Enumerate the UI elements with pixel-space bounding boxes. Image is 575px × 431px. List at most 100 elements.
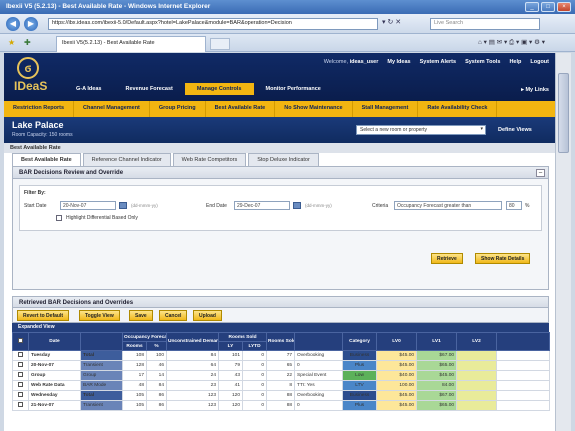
select-all-header[interactable]: [12, 332, 29, 351]
minimize-button[interactable]: _: [525, 2, 539, 12]
row-lv1[interactable]: $45.00: [416, 370, 458, 381]
end-calendar-icon[interactable]: [293, 202, 301, 209]
row-lv2[interactable]: [456, 360, 498, 371]
table-row[interactable]: Web Rate Data BAR Mode 48 84 23 41 0 8 TTI: Yes L…: [12, 380, 551, 391]
top-link-system-tools[interactable]: System Tools: [465, 59, 500, 65]
command-bar-icons[interactable]: ⌂ ▾ ▤ ✉ ▾ ⎙ ▾ ▣ ▾ ⚙ ▾: [478, 38, 545, 47]
subnav-best-available-rate[interactable]: Best Available Rate: [206, 101, 276, 117]
end-date-field[interactable]: 29-Dec-07: [234, 201, 290, 210]
row-checkbox-box[interactable]: [18, 362, 23, 367]
row-checkbox[interactable]: [12, 350, 29, 361]
close-button[interactable]: ×: [557, 2, 571, 12]
row-checkbox[interactable]: [12, 360, 29, 371]
table-row[interactable]: 20-Nov-07 Transient 128 46 64 79 0 65 0 Plus $45.0…: [12, 360, 551, 371]
row-lv1[interactable]: 84.00: [416, 380, 458, 391]
main-nav-monitor-performance[interactable]: Monitor Performance: [254, 83, 333, 95]
row-lytd: 0: [242, 390, 268, 401]
start-date-field[interactable]: 20-Nov-07: [60, 201, 116, 210]
refresh-stop-icons[interactable]: ▾ ↻ ✕: [382, 18, 401, 26]
subnav-no-show[interactable]: No Show Maintenance: [275, 101, 353, 117]
row-checkbox-box[interactable]: [18, 352, 23, 357]
favorites-star-icon[interactable]: ★: [8, 38, 15, 47]
table-row[interactable]: Tuesday Total 108 100 84 101 0 77 Overbooking Bus…: [12, 350, 551, 361]
live-search-input[interactable]: Live Search: [430, 18, 540, 30]
row-lv1[interactable]: $67.00: [416, 350, 458, 361]
row-override[interactable]: 0: [294, 360, 344, 371]
row-checkbox[interactable]: [12, 400, 29, 411]
revert-default-button[interactable]: Revert to Default: [17, 310, 70, 321]
row-lv2[interactable]: [456, 350, 498, 361]
row-checkbox[interactable]: [12, 390, 29, 401]
main-nav-ga-ideas[interactable]: G-A Ideas: [64, 83, 113, 95]
row-lv0[interactable]: 100.00: [376, 380, 418, 391]
upload-button[interactable]: Upload: [193, 310, 222, 321]
table-row[interactable]: Group Group 17 14 24 43 0 22 Special Event Low $40…: [12, 370, 551, 381]
define-views-link[interactable]: Define Views: [498, 127, 532, 133]
cancel-button[interactable]: Cancel: [159, 310, 188, 321]
toggle-view-button[interactable]: Toggle View: [79, 310, 120, 321]
row-lv2[interactable]: [456, 380, 498, 391]
row-lv0[interactable]: $40.00: [376, 370, 418, 381]
page-scrollbar[interactable]: [555, 53, 571, 431]
row-override[interactable]: TTI: Yes: [294, 380, 344, 391]
address-bar[interactable]: https://ibx.ideas.com/ibexii-5.0/Default…: [48, 18, 378, 30]
row-lv1[interactable]: $67.00: [416, 390, 458, 401]
criteria-value-field[interactable]: 80: [506, 201, 522, 210]
top-link-logout[interactable]: Logout: [530, 59, 549, 65]
row-lv0[interactable]: $45.00: [376, 390, 418, 401]
row-lv2[interactable]: [456, 370, 498, 381]
retrieve-button[interactable]: Retrieve: [431, 253, 463, 264]
top-link-my-ideas[interactable]: My Ideas: [387, 59, 410, 65]
row-lv2[interactable]: [456, 400, 498, 411]
browser-tab[interactable]: Ibexii V5(5.2.13) - Best Available Rate: [56, 36, 206, 52]
criteria-select[interactable]: Occupancy Forecast greater than: [394, 201, 502, 210]
subnav-group-pricing[interactable]: Group Pricing: [150, 101, 206, 117]
start-calendar-icon[interactable]: [119, 202, 127, 209]
row-override[interactable]: Overbooking: [294, 350, 344, 361]
hotel-capacity: Room Capacity: 150 rooms: [12, 132, 73, 138]
table-row[interactable]: 21-Nov-07 Transient 105 86 123 120 0 88 0 Plus $45…: [12, 400, 551, 411]
row-lv0[interactable]: $45.00: [376, 350, 418, 361]
row-checkbox-box[interactable]: [18, 402, 23, 407]
main-nav-revenue-forecast[interactable]: Revenue Forecast: [113, 83, 184, 95]
scrollbar-thumb[interactable]: [558, 73, 569, 153]
subnav-rate-availability[interactable]: Rate Availability Check: [418, 101, 498, 117]
top-nav: Welcome, ideas_user My Ideas System Aler…: [324, 59, 549, 65]
row-lv1[interactable]: $65.00: [416, 360, 458, 371]
row-checkbox-box[interactable]: [18, 372, 23, 377]
my-links[interactable]: ▸ My Links: [521, 87, 549, 93]
tab-reference-channel[interactable]: Reference Channel Indicator: [82, 153, 171, 166]
top-link-help[interactable]: Help: [509, 59, 521, 65]
back-icon[interactable]: ◀: [6, 17, 20, 31]
tab-best-available-rate[interactable]: Best Available Rate: [12, 153, 81, 166]
save-button[interactable]: Save: [129, 310, 153, 321]
main-nav-manage-controls[interactable]: Manage Controls: [184, 83, 254, 95]
row-lv0[interactable]: $45.00: [376, 360, 418, 371]
row-lv0[interactable]: $45.00: [376, 400, 418, 411]
maximize-button[interactable]: □: [541, 2, 555, 12]
subnav-stall-management[interactable]: Stall Management: [353, 101, 419, 117]
subnav-channel-management[interactable]: Channel Management: [74, 101, 150, 117]
row-lv2[interactable]: [456, 390, 498, 401]
collapse-button[interactable]: –: [536, 169, 545, 177]
show-rate-details-button[interactable]: Show Rate Details: [475, 253, 531, 264]
tab-stop-deluxe[interactable]: Stop Deluxe Indicator: [248, 153, 319, 166]
row-checkbox[interactable]: [12, 380, 29, 391]
row-override[interactable]: 0: [294, 400, 344, 411]
row-lv1[interactable]: $65.00: [416, 400, 458, 411]
row-checkbox-box[interactable]: [18, 382, 23, 387]
row-checkbox-box[interactable]: [18, 392, 23, 397]
top-link-system-alerts[interactable]: System Alerts: [420, 59, 456, 65]
subnav-restriction-reports[interactable]: Restriction Reports: [4, 101, 75, 117]
row-override[interactable]: Overbooking: [294, 390, 344, 401]
highlight-checkbox[interactable]: [56, 215, 62, 221]
forward-icon[interactable]: ▶: [24, 17, 38, 31]
new-tab-button[interactable]: [210, 38, 230, 50]
tab-web-rate-competitors[interactable]: Web Rate Competitors: [172, 153, 247, 166]
row-checkbox[interactable]: [12, 370, 29, 381]
ideas-logo[interactable]: ϭ IDeaS: [14, 55, 47, 97]
add-favorite-icon[interactable]: ✚: [24, 38, 31, 47]
table-row[interactable]: Wednesday Total 105 86 123 120 0 88 Overbooking B…: [12, 390, 551, 401]
property-select[interactable]: Select a new room or property: [356, 125, 486, 135]
row-override[interactable]: Special Event: [294, 370, 344, 381]
